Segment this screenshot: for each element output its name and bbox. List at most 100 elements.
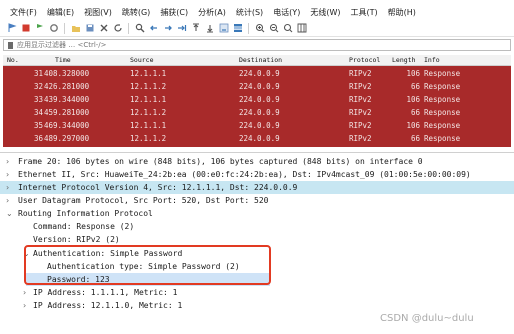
restart-icon[interactable] (34, 23, 45, 34)
packet-info: Response (424, 134, 461, 143)
expand-arrow-icon[interactable]: › (6, 195, 9, 206)
detail-text: IP Address: 12.1.1.0, Metric: 1 (33, 301, 183, 310)
packet-length: 106 (406, 69, 420, 78)
menu-wireless[interactable]: 无线(W) (310, 7, 340, 18)
zoom-out-icon[interactable] (268, 23, 279, 34)
packet-source: 12.1.1.2 (130, 82, 167, 91)
packet-protocol: RIPv2 (349, 108, 372, 117)
packet-protocol: RIPv2 (349, 134, 372, 143)
detail-ip-address-1[interactable]: › IP Address: 1.1.1.1, Metric: 1 (0, 286, 514, 299)
packet-destination: 224.0.0.9 (239, 108, 280, 117)
autoscroll-icon[interactable] (218, 23, 229, 34)
zoom-in-icon[interactable] (254, 23, 265, 34)
packet-info: Response (424, 121, 461, 130)
stop-icon[interactable] (20, 23, 31, 34)
packet-no: 34 (33, 108, 43, 117)
column-header-source[interactable]: Source (130, 56, 153, 65)
detail-text: Command: Response (2) (33, 222, 135, 231)
display-filter-input[interactable] (17, 40, 497, 50)
expand-arrow-icon[interactable]: › (6, 156, 9, 167)
packet-rows: 31 408.328000 12.1.1.1 224.0.0.9 RIPv2 1… (3, 66, 511, 147)
packet-destination: 224.0.0.9 (239, 95, 280, 104)
packet-no: 33 (33, 95, 43, 104)
detail-frame[interactable]: › Frame 20: 106 bytes on wire (848 bits)… (0, 155, 514, 168)
detail-ip-address-2[interactable]: › IP Address: 12.1.1.0, Metric: 1 (0, 299, 514, 312)
expand-arrow-icon[interactable]: › (23, 287, 26, 298)
bookmark-icon[interactable] (8, 41, 13, 49)
detail-udp[interactable]: › User Datagram Protocol, Src Port: 520,… (0, 194, 514, 207)
main-toolbar (0, 20, 514, 37)
column-header-time[interactable]: Time (55, 56, 71, 65)
first-icon[interactable] (190, 23, 201, 34)
menu-tools[interactable]: 工具(T) (350, 7, 377, 18)
expand-arrow-icon[interactable]: › (6, 182, 9, 193)
zoom-reset-icon[interactable] (282, 23, 293, 34)
packet-row[interactable]: 33 439.344000 12.1.1.1 224.0.0.9 RIPv2 1… (3, 93, 511, 106)
detail-text: Routing Information Protocol (18, 209, 153, 218)
packet-time: 459.281000 (44, 108, 90, 117)
packet-row[interactable]: 35 469.344000 12.1.1.1 224.0.0.9 RIPv2 1… (3, 119, 511, 132)
menu-help[interactable]: 帮助(H) (388, 7, 416, 18)
column-header-destination[interactable]: Destination (239, 56, 282, 65)
menu-analyze[interactable]: 分析(A) (198, 7, 226, 18)
expand-arrow-icon[interactable]: › (23, 300, 26, 311)
packet-no: 36 (33, 134, 43, 143)
menu-bar: 文件(F) 编辑(E) 视图(V) 跳转(G) 捕获(C) 分析(A) 统计(S… (0, 5, 514, 20)
packet-length: 106 (406, 121, 420, 130)
save-icon[interactable] (84, 23, 95, 34)
column-header-protocol[interactable]: Protocol (349, 56, 380, 65)
resize-columns-icon[interactable] (296, 23, 307, 34)
fin-icon[interactable] (6, 23, 17, 34)
open-icon[interactable] (70, 23, 81, 34)
packet-time: 408.328000 (44, 69, 90, 78)
menu-edit[interactable]: 编辑(E) (47, 7, 74, 18)
packet-source: 12.1.1.2 (130, 108, 167, 117)
packet-time: 469.344000 (44, 121, 90, 130)
menu-capture[interactable]: 捕获(C) (160, 7, 188, 18)
packet-source: 12.1.1.1 (130, 95, 167, 104)
menu-go[interactable]: 跳转(G) (122, 7, 150, 18)
packet-row[interactable]: 32 426.281000 12.1.1.2 224.0.0.9 RIPv2 6… (3, 80, 511, 93)
detail-ipv4[interactable]: › Internet Protocol Version 4, Src: 12.1… (0, 181, 514, 194)
column-header-no[interactable]: No. (7, 56, 19, 65)
detail-rip-command[interactable]: Command: Response (2) (0, 220, 514, 233)
detail-rip[interactable]: ⌄ Routing Information Protocol (0, 207, 514, 220)
packet-protocol: RIPv2 (349, 121, 372, 130)
goto-icon[interactable] (176, 23, 187, 34)
packet-row[interactable]: 34 459.281000 12.1.1.2 224.0.0.9 RIPv2 6… (3, 106, 511, 119)
collapse-arrow-icon[interactable]: ⌄ (6, 208, 13, 219)
last-icon[interactable] (204, 23, 215, 34)
packet-destination: 224.0.0.9 (239, 69, 280, 78)
packet-time: 439.344000 (44, 95, 90, 104)
menu-view[interactable]: 视图(V) (84, 7, 112, 18)
colorize-icon[interactable] (232, 23, 243, 34)
toolbar-separator (64, 22, 65, 34)
reload-icon[interactable] (112, 23, 123, 34)
column-header-info[interactable]: Info (424, 56, 440, 65)
options-icon[interactable] (48, 23, 59, 34)
packet-list: No. Time Source Destination Protocol Len… (3, 55, 511, 147)
packet-row[interactable]: 36 489.297000 12.1.1.2 224.0.0.9 RIPv2 6… (3, 132, 511, 145)
packet-no: 35 (33, 121, 43, 130)
find-icon[interactable] (134, 23, 145, 34)
packet-source: 12.1.1.1 (130, 121, 167, 130)
back-icon[interactable] (148, 23, 159, 34)
toolbar-separator (128, 22, 129, 34)
detail-text: Frame 20: 106 bytes on wire (848 bits), … (18, 157, 423, 166)
detail-ethernet[interactable]: › Ethernet II, Src: HuaweiTe_24:2b:ea (0… (0, 168, 514, 181)
packet-source: 12.1.1.1 (130, 69, 167, 78)
expand-arrow-icon[interactable]: › (6, 169, 9, 180)
close-file-icon[interactable] (98, 23, 109, 34)
packet-info: Response (424, 108, 461, 117)
menu-telephony[interactable]: 电话(Y) (273, 7, 300, 18)
menu-statistics[interactable]: 统计(S) (236, 7, 263, 18)
packet-no: 32 (33, 82, 43, 91)
packet-protocol: RIPv2 (349, 82, 372, 91)
detail-text: Version: RIPv2 (2) (33, 235, 120, 244)
forward-icon[interactable] (162, 23, 173, 34)
packet-length: 66 (410, 82, 420, 91)
packet-row[interactable]: 31 408.328000 12.1.1.1 224.0.0.9 RIPv2 1… (3, 67, 511, 80)
column-header-length[interactable]: Length (392, 56, 415, 65)
packet-info: Response (424, 82, 461, 91)
menu-file[interactable]: 文件(F) (10, 7, 37, 18)
